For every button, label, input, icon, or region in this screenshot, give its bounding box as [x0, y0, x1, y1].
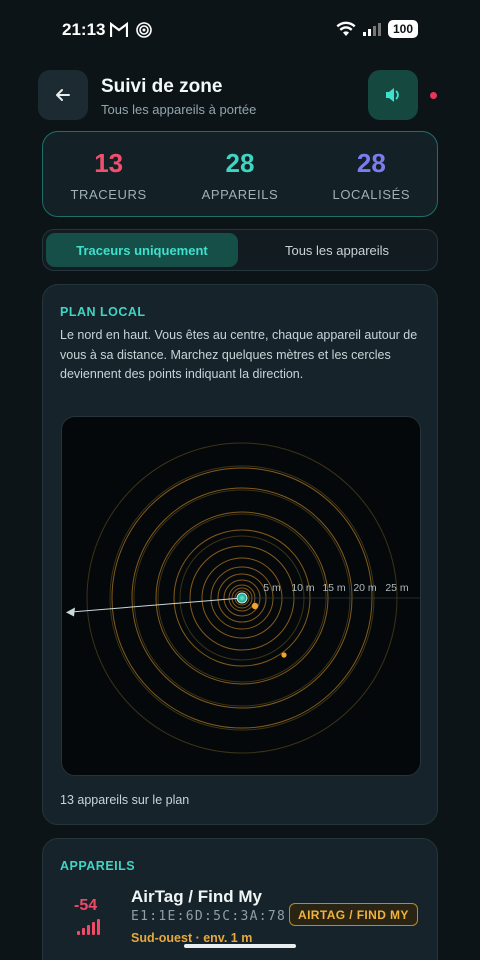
battery-indicator: 100	[387, 20, 418, 38]
distance-scale-label: 20 m	[353, 582, 377, 594]
gmail-icon	[110, 22, 128, 37]
tracker-point[interactable]	[251, 602, 259, 610]
distance-scale-label: 10 m	[291, 582, 315, 594]
device-rssi: -54	[74, 897, 98, 914]
distance-scale-label: 15 m	[322, 582, 346, 594]
stat-devices-value: 28	[225, 148, 255, 178]
status-time: 21:13	[62, 20, 106, 39]
speaker-icon	[386, 88, 399, 102]
stat-located: 28 LOCALISÉS	[306, 132, 437, 216]
heading-arrow-icon	[66, 607, 75, 617]
device-mac: E1:1E:6D:5C:3A:78	[131, 909, 287, 924]
device-row[interactable]: -54 AirTag / Find My E1:1E:6D:5C:3A:78 S…	[60, 883, 422, 947]
stat-devices: 28 APPAREILS	[174, 132, 305, 216]
devices-card: APPAREILS -54 AirTag / Find My E1:1E:6D:…	[42, 838, 438, 960]
status-notification-icons	[110, 22, 152, 38]
page-title: Suivi de zone	[101, 76, 223, 97]
recording-indicator	[430, 92, 437, 99]
stat-devices-label: APPAREILS	[201, 187, 279, 202]
status-bar: 21:13 100	[0, 0, 480, 60]
stat-trackers-value: 13	[94, 148, 124, 178]
stat-trackers-label: TRACEURS	[70, 187, 147, 202]
device-type-badge: AIRTAG / FIND MY	[289, 903, 418, 926]
sound-toggle-button[interactable]	[368, 70, 418, 120]
back-button[interactable]	[38, 70, 88, 120]
signal-strength-icon	[77, 919, 100, 935]
target-icon	[136, 22, 152, 38]
filter-all-devices[interactable]: Tous les appareils	[241, 233, 433, 267]
tracker-point[interactable]	[281, 652, 287, 658]
device-name: AirTag / Find My	[131, 887, 262, 906]
local-map-description: Le nord en haut. Vous êtes au centre, ch…	[60, 328, 418, 381]
user-position-marker	[236, 592, 248, 604]
stat-trackers: 13 TRACEURS	[43, 132, 174, 216]
filter-trackers-only[interactable]: Traceurs uniquement	[46, 233, 238, 267]
radar-canvas: 5 m 10 m 15 m 20 m 25 m	[66, 442, 420, 754]
stats-panel: 13 TRACEURS 28 APPAREILS 28 LOCALISÉS	[42, 131, 438, 217]
signal-icon	[362, 23, 381, 36]
local-map-heading: PLAN LOCAL	[60, 305, 146, 319]
distance-scale-label: 25 m	[385, 582, 409, 594]
wifi-icon	[336, 21, 356, 36]
arrow-left-icon	[56, 89, 70, 101]
distance-scale-label: 5 m	[263, 582, 281, 594]
filter-segmented-control: Traceurs uniquement Tous les appareils	[42, 229, 438, 271]
page-header: Suivi de zone Tous les appareils à porté…	[38, 70, 438, 122]
local-map-footer: 13 appareils sur le plan	[60, 793, 190, 807]
stat-located-label: LOCALISÉS	[332, 187, 411, 202]
radar-map[interactable]: 5 m 10 m 15 m 20 m 25 m	[61, 416, 421, 776]
device-location: Sud-ouest · env. 1 m	[131, 931, 253, 945]
home-indicator[interactable]	[184, 944, 296, 948]
page-subtitle: Tous les appareils à portée	[101, 102, 257, 117]
stat-located-value: 28	[356, 148, 386, 178]
local-map-card: PLAN LOCAL Le nord en haut. Vous êtes au…	[42, 284, 438, 825]
devices-heading: APPAREILS	[60, 859, 136, 873]
